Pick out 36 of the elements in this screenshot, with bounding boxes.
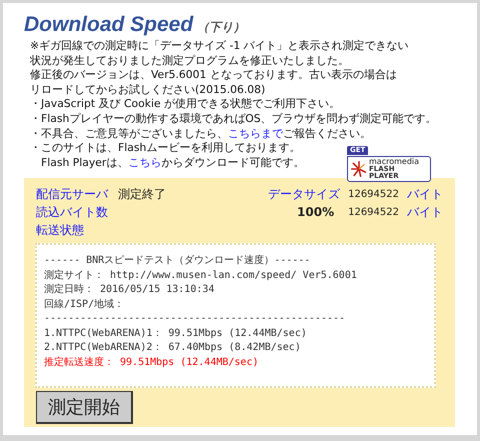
- link[interactable]: こちらまで: [228, 126, 283, 140]
- result-line: 推定転送速度： 99.51Mbps (12.44MB/sec): [44, 356, 260, 370]
- notice-text: 状況が発生しておりました測定プログラムを修正いたしました。: [30, 54, 349, 67]
- badge-brand: macromedia: [369, 158, 420, 166]
- starburst-icon: [351, 161, 367, 177]
- notice-text: からダウンロード可能です。: [161, 156, 304, 169]
- stat-label: 読込バイト数: [36, 204, 109, 221]
- page-subtitle: （下り）: [197, 19, 246, 36]
- stat-label: データサイズ: [268, 186, 340, 203]
- link[interactable]: こちら: [128, 156, 162, 169]
- result-line: 2.NTTPC(WebARENA)2： 67.40Mbps (8.42MB/sec): [44, 341, 302, 356]
- stat-value: 12694522: [348, 206, 399, 218]
- notice-text: ご報告ください。: [283, 126, 371, 140]
- progress-percent: 100%: [297, 205, 334, 220]
- page-title: Download Speed: [24, 13, 194, 37]
- unit-label: バイト: [407, 204, 443, 221]
- stat-label: 転送状態: [36, 222, 85, 239]
- stat-value: 12694522: [348, 188, 399, 200]
- result-line: 1.NTTPC(WebARENA)1： 99.51Mbps (12.44MB/sec): [44, 326, 308, 341]
- notice-text: ・このサイトは、Flashムービーを利用しております。: [30, 141, 300, 154]
- start-button[interactable]: 測定開始: [36, 391, 133, 424]
- result-line: ------ BNRスピードテスト（ダウンロード速度）------: [44, 254, 312, 268]
- notice-text: リロードしてからお試しください(2015.06.08): [30, 82, 266, 96]
- notice-text: ※ギガ回線での測定時に「データサイズ -1 バイト」と表示され測定できない: [30, 39, 409, 52]
- notice-text: Flash Playerは、: [40, 156, 128, 169]
- result-line: 測定サイト： http://www.musen-lan.com/speed/ Ver5.6001: [44, 268, 358, 283]
- result-line: 回線/ISP/地域：: [44, 298, 126, 312]
- notice-text: ・不具合、ご意見等がございましたら、: [30, 126, 228, 140]
- notice-text: ・Flashプレイヤーの動作する環境であればOS、ブラウザを問わず測定可能です。: [30, 112, 437, 125]
- result-line: 測定日時： 2016/05/15 13:10:34: [44, 283, 216, 298]
- notice-text: ・JavaScript 及び Cookie が使用できる状態でご利用下さい。: [30, 97, 340, 110]
- result-line: --------------------------------------------------: [44, 312, 346, 326]
- unit-label: バイト: [407, 186, 443, 203]
- stat-label: 配信元サーバ: [36, 186, 110, 203]
- notice-text: 修正後のバージョンは、Ver5.6001 となっております。古い表示の場合は: [30, 68, 397, 82]
- status-text: 測定終了: [118, 186, 166, 203]
